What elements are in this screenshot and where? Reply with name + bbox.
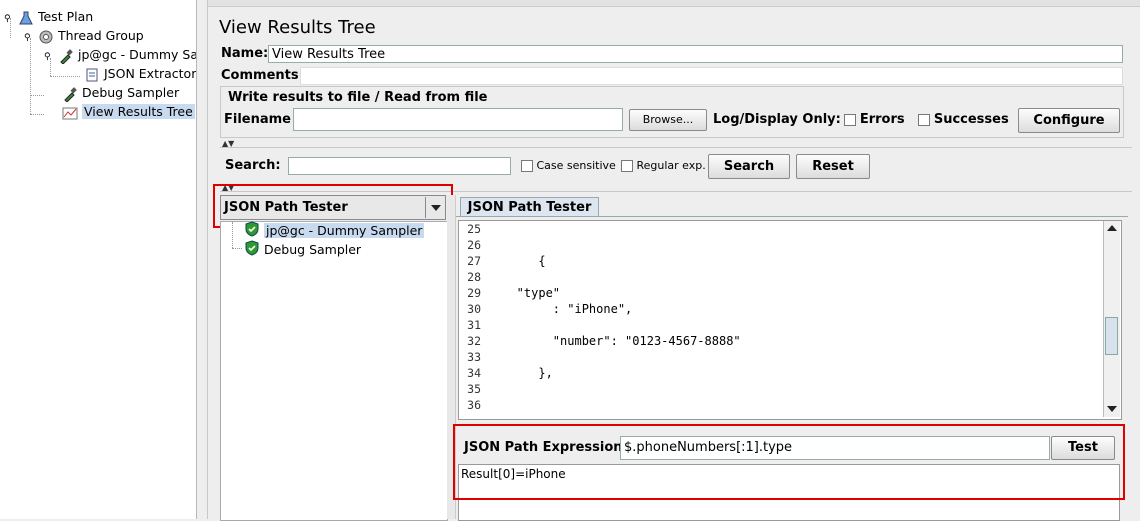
line-number: 35 (467, 382, 481, 396)
tab-underline (456, 216, 1128, 217)
line-number: 28 (467, 270, 481, 284)
highlight-box-expression (453, 424, 1125, 500)
comments-label: Comments: (221, 68, 304, 83)
scrollbar-thumb[interactable] (1105, 317, 1118, 355)
extractor-icon (84, 67, 100, 83)
name-label: Name: (221, 46, 269, 61)
line-number: 34 (467, 366, 481, 380)
successes-check-box[interactable] (918, 113, 930, 126)
tree-item-dummy-sampler[interactable]: ⚲ jp@gc - Dummy Sampler (44, 46, 196, 65)
file-group-title: Write results to file / Read from file (228, 90, 488, 105)
line-number: 30 (467, 302, 481, 316)
code-line: "type" (495, 286, 561, 300)
errors-checkbox[interactable]: Errors (844, 112, 905, 127)
line-number: 27 (467, 254, 481, 268)
browse-button[interactable]: Browse... (629, 109, 707, 131)
result-item-debug-sampler[interactable]: Debug Sampler (244, 240, 361, 258)
response-json-viewer[interactable]: 25 26 27 {28 29 "type" 30 : "iPhone", 31 32 "n… (458, 220, 1122, 420)
configure-button[interactable]: Configure (1018, 108, 1120, 133)
tree-item-thread-group[interactable]: ⚲ Thread Group (24, 27, 144, 45)
tree-item-test-plan[interactable]: ⚲ Test Plan (4, 8, 93, 26)
dropper-icon (58, 48, 74, 65)
separator (220, 147, 1132, 148)
code-line: "number": "0123-4567-8888" (495, 334, 741, 348)
success-shield-icon (244, 221, 260, 242)
tree-item-view-results-tree[interactable]: View Results Tree (62, 103, 195, 121)
tree-item-debug-sampler[interactable]: Debug Sampler (62, 84, 179, 103)
dropper-icon (62, 86, 78, 103)
search-input[interactable] (288, 157, 511, 175)
log-display-label: Log/Display Only: (713, 112, 841, 127)
chart-icon (62, 105, 78, 121)
page-title: View Results Tree (219, 17, 376, 38)
thread-group-icon (38, 29, 54, 45)
code-line: : "iPhone", (495, 302, 633, 316)
search-label: Search: (225, 158, 281, 173)
line-number: 25 (467, 222, 481, 236)
tab-json-path-tester[interactable]: JSON Path Tester (460, 197, 599, 217)
line-number: 33 (467, 350, 481, 364)
success-shield-icon (244, 240, 260, 261)
reset-button[interactable]: Reset (796, 154, 870, 179)
regular-exp-checkbox[interactable]: Regular exp. (621, 159, 706, 172)
splitter[interactable] (197, 0, 208, 519)
case-sensitive-checkbox[interactable]: Case sensitive (521, 159, 616, 172)
result-item-dummy-sampler[interactable]: jp@gc - Dummy Sampler (244, 221, 425, 242)
line-number: 32 (467, 334, 481, 348)
filename-label: Filename (224, 112, 291, 127)
name-field[interactable]: View Results Tree (268, 45, 1123, 63)
filename-input[interactable] (293, 108, 623, 131)
code-line: }, (495, 366, 553, 380)
case-sensitive-check-box[interactable] (521, 160, 533, 172)
search-button[interactable]: Search (708, 154, 790, 179)
results-list[interactable] (220, 221, 448, 521)
toolbar-strip (208, 0, 1140, 7)
comments-field[interactable] (300, 67, 1123, 85)
line-number: 29 (467, 286, 481, 300)
successes-checkbox[interactable]: Successes (918, 112, 1009, 127)
errors-check-box[interactable] (844, 113, 856, 126)
line-number: 26 (467, 238, 481, 252)
regular-exp-check-box[interactable] (621, 160, 633, 172)
line-number: 31 (467, 318, 481, 332)
code-line: { (495, 254, 546, 268)
test-plan-icon (18, 10, 34, 26)
tree-item-json-extractor[interactable]: JSON Extractor (84, 65, 196, 83)
test-plan-tree[interactable]: ⚲ Test Plan ⚲ Thread Group ⚲ jp@gc - Dum… (0, 0, 197, 519)
line-number: 36 (467, 398, 481, 412)
vertical-scrollbar[interactable] (1103, 221, 1120, 417)
